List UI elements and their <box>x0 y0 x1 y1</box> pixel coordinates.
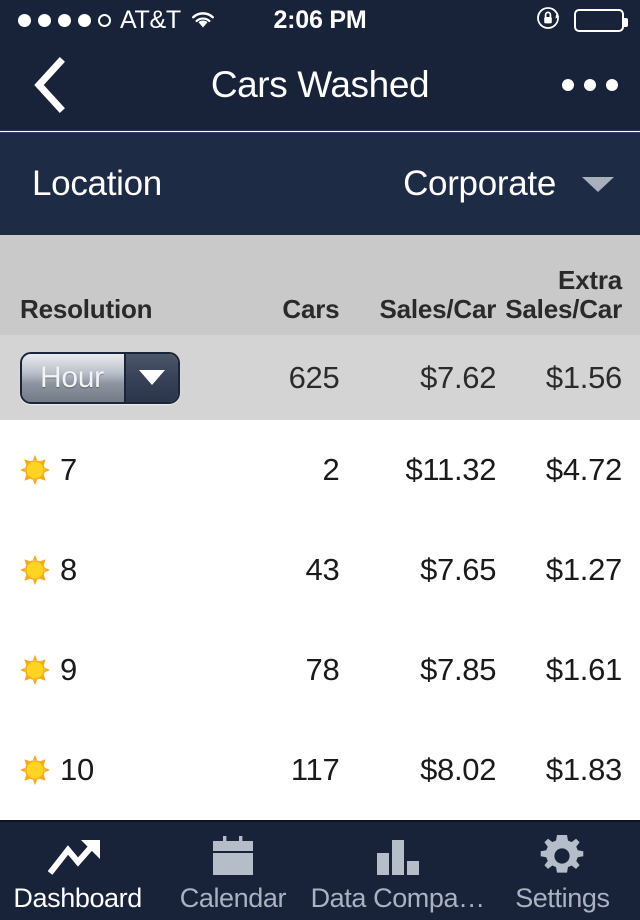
row-extra-sales-per-car-value: $1.83 <box>545 752 622 787</box>
wifi-icon <box>190 10 216 30</box>
page-title: Cars Washed <box>210 64 430 105</box>
row-extra-sales-per-car-value: $1.61 <box>545 652 622 687</box>
row-resolution-cell: 8 <box>20 552 239 588</box>
row-resolution-cell: 7 <box>20 452 239 488</box>
location-selector[interactable]: Location Corporate <box>0 132 640 235</box>
table-row[interactable]: 8 43 $7.65 $1.27 <box>0 520 640 620</box>
row-extra-sales-per-car-value: $4.72 <box>545 452 622 487</box>
column-header-cars: Cars <box>282 293 340 324</box>
row-extra-sales-per-car-value: $1.27 <box>545 552 622 587</box>
sun-icon <box>20 755 50 785</box>
tab-dashboard[interactable]: Dashboard <box>0 822 155 920</box>
column-header-resolution: Resolution <box>20 293 153 324</box>
signal-dot-3 <box>58 13 71 27</box>
signal-dot-1 <box>18 13 31 27</box>
column-header-extra-line1: Extra <box>557 264 622 295</box>
status-bar-left: AT&T <box>0 5 214 35</box>
resolution-dropdown-label: Hour <box>22 353 126 402</box>
tab-dashboard-label: Dashboard <box>13 882 142 913</box>
summary-cars-value: 625 <box>288 359 340 395</box>
row-sales-per-car-value: $7.85 <box>420 652 497 687</box>
table-body: 7 2 $11.32 $4.72 8 43 $7.65 $1.27 9 78 $… <box>0 420 640 820</box>
tab-data-comparison-label: Data Compa… <box>310 882 486 913</box>
app-screen: AT&T 2:06 PM Cars Washed Location Corpor… <box>0 0 640 920</box>
row-sales-per-car-value: $7.65 <box>420 552 497 587</box>
location-value-group[interactable]: Corporate <box>403 164 614 204</box>
clock-label: 2:06 PM <box>273 5 367 34</box>
more-ellipsis-icon[interactable] <box>540 79 640 91</box>
row-resolution-cell: 10 <box>20 752 239 788</box>
row-cars-value: 43 <box>305 552 340 587</box>
calendar-icon <box>210 833 256 879</box>
status-bar-right <box>429 3 640 38</box>
signal-strength-dots <box>18 13 111 27</box>
summary-row: Hour 625 $7.62 $1.56 <box>0 335 640 420</box>
signal-dot-5 <box>98 13 111 27</box>
signal-dot-2 <box>38 13 51 27</box>
column-header-extra-sales-per-car: Extra Sales/Car <box>496 264 622 324</box>
table-row[interactable]: 10 117 $8.02 $1.83 <box>0 720 640 820</box>
tab-data-comparison[interactable]: Data Compa… <box>311 822 485 920</box>
carrier-label: AT&T <box>120 5 181 34</box>
table-row[interactable]: 9 78 $7.85 $1.61 <box>0 620 640 720</box>
row-cars-value: 78 <box>305 652 340 687</box>
row-sales-per-car-value: $8.02 <box>420 752 497 787</box>
navigation-bar: Cars Washed <box>0 40 640 131</box>
column-header-sales-per-car: Sales/Car <box>379 293 497 324</box>
row-resolution-label: 9 <box>60 652 77 687</box>
table-row[interactable]: 7 2 $11.32 $4.72 <box>0 420 640 520</box>
row-cars-value: 117 <box>290 752 340 787</box>
gear-icon <box>539 833 585 879</box>
location-value: Corporate <box>403 164 556 203</box>
tab-settings[interactable]: Settings <box>485 822 640 920</box>
row-resolution-label: 7 <box>60 452 77 487</box>
tab-bar: Dashboard Calendar Data Compa… Settings <box>0 820 640 920</box>
status-bar: AT&T 2:06 PM <box>0 0 640 40</box>
table-header: Resolution Cars Sales/Car Extra Sales/Ca… <box>0 235 640 335</box>
column-header-extra-line2: Sales/Car <box>505 293 622 324</box>
row-resolution-label: 8 <box>60 552 77 587</box>
row-resolution-cell: 9 <box>20 652 239 688</box>
row-sales-per-car-value: $11.32 <box>405 452 497 487</box>
back-chevron-icon[interactable] <box>0 57 100 113</box>
tab-calendar-label: Calendar <box>179 882 287 913</box>
trending-up-icon <box>47 833 108 879</box>
summary-extra-sales-per-car-value: $1.56 <box>545 359 622 395</box>
location-label: Location <box>32 164 162 203</box>
chevron-down-icon[interactable] <box>582 176 614 192</box>
resolution-dropdown-button[interactable]: Hour <box>20 351 180 404</box>
tab-calendar[interactable]: Calendar <box>155 822 310 920</box>
dropdown-triangle-icon[interactable] <box>125 353 178 402</box>
tab-settings-label: Settings <box>515 882 610 913</box>
sun-icon <box>20 455 50 485</box>
signal-dot-4 <box>78 13 91 27</box>
sun-icon <box>20 655 50 685</box>
resolution-cell: Hour <box>20 351 239 404</box>
sun-icon <box>20 555 50 585</box>
row-cars-value: 2 <box>322 452 340 487</box>
rotation-lock-icon <box>534 3 564 38</box>
row-resolution-label: 10 <box>60 752 94 787</box>
battery-icon <box>573 8 628 32</box>
bar-chart-icon <box>374 833 422 879</box>
summary-sales-per-car-value: $7.62 <box>420 359 497 395</box>
